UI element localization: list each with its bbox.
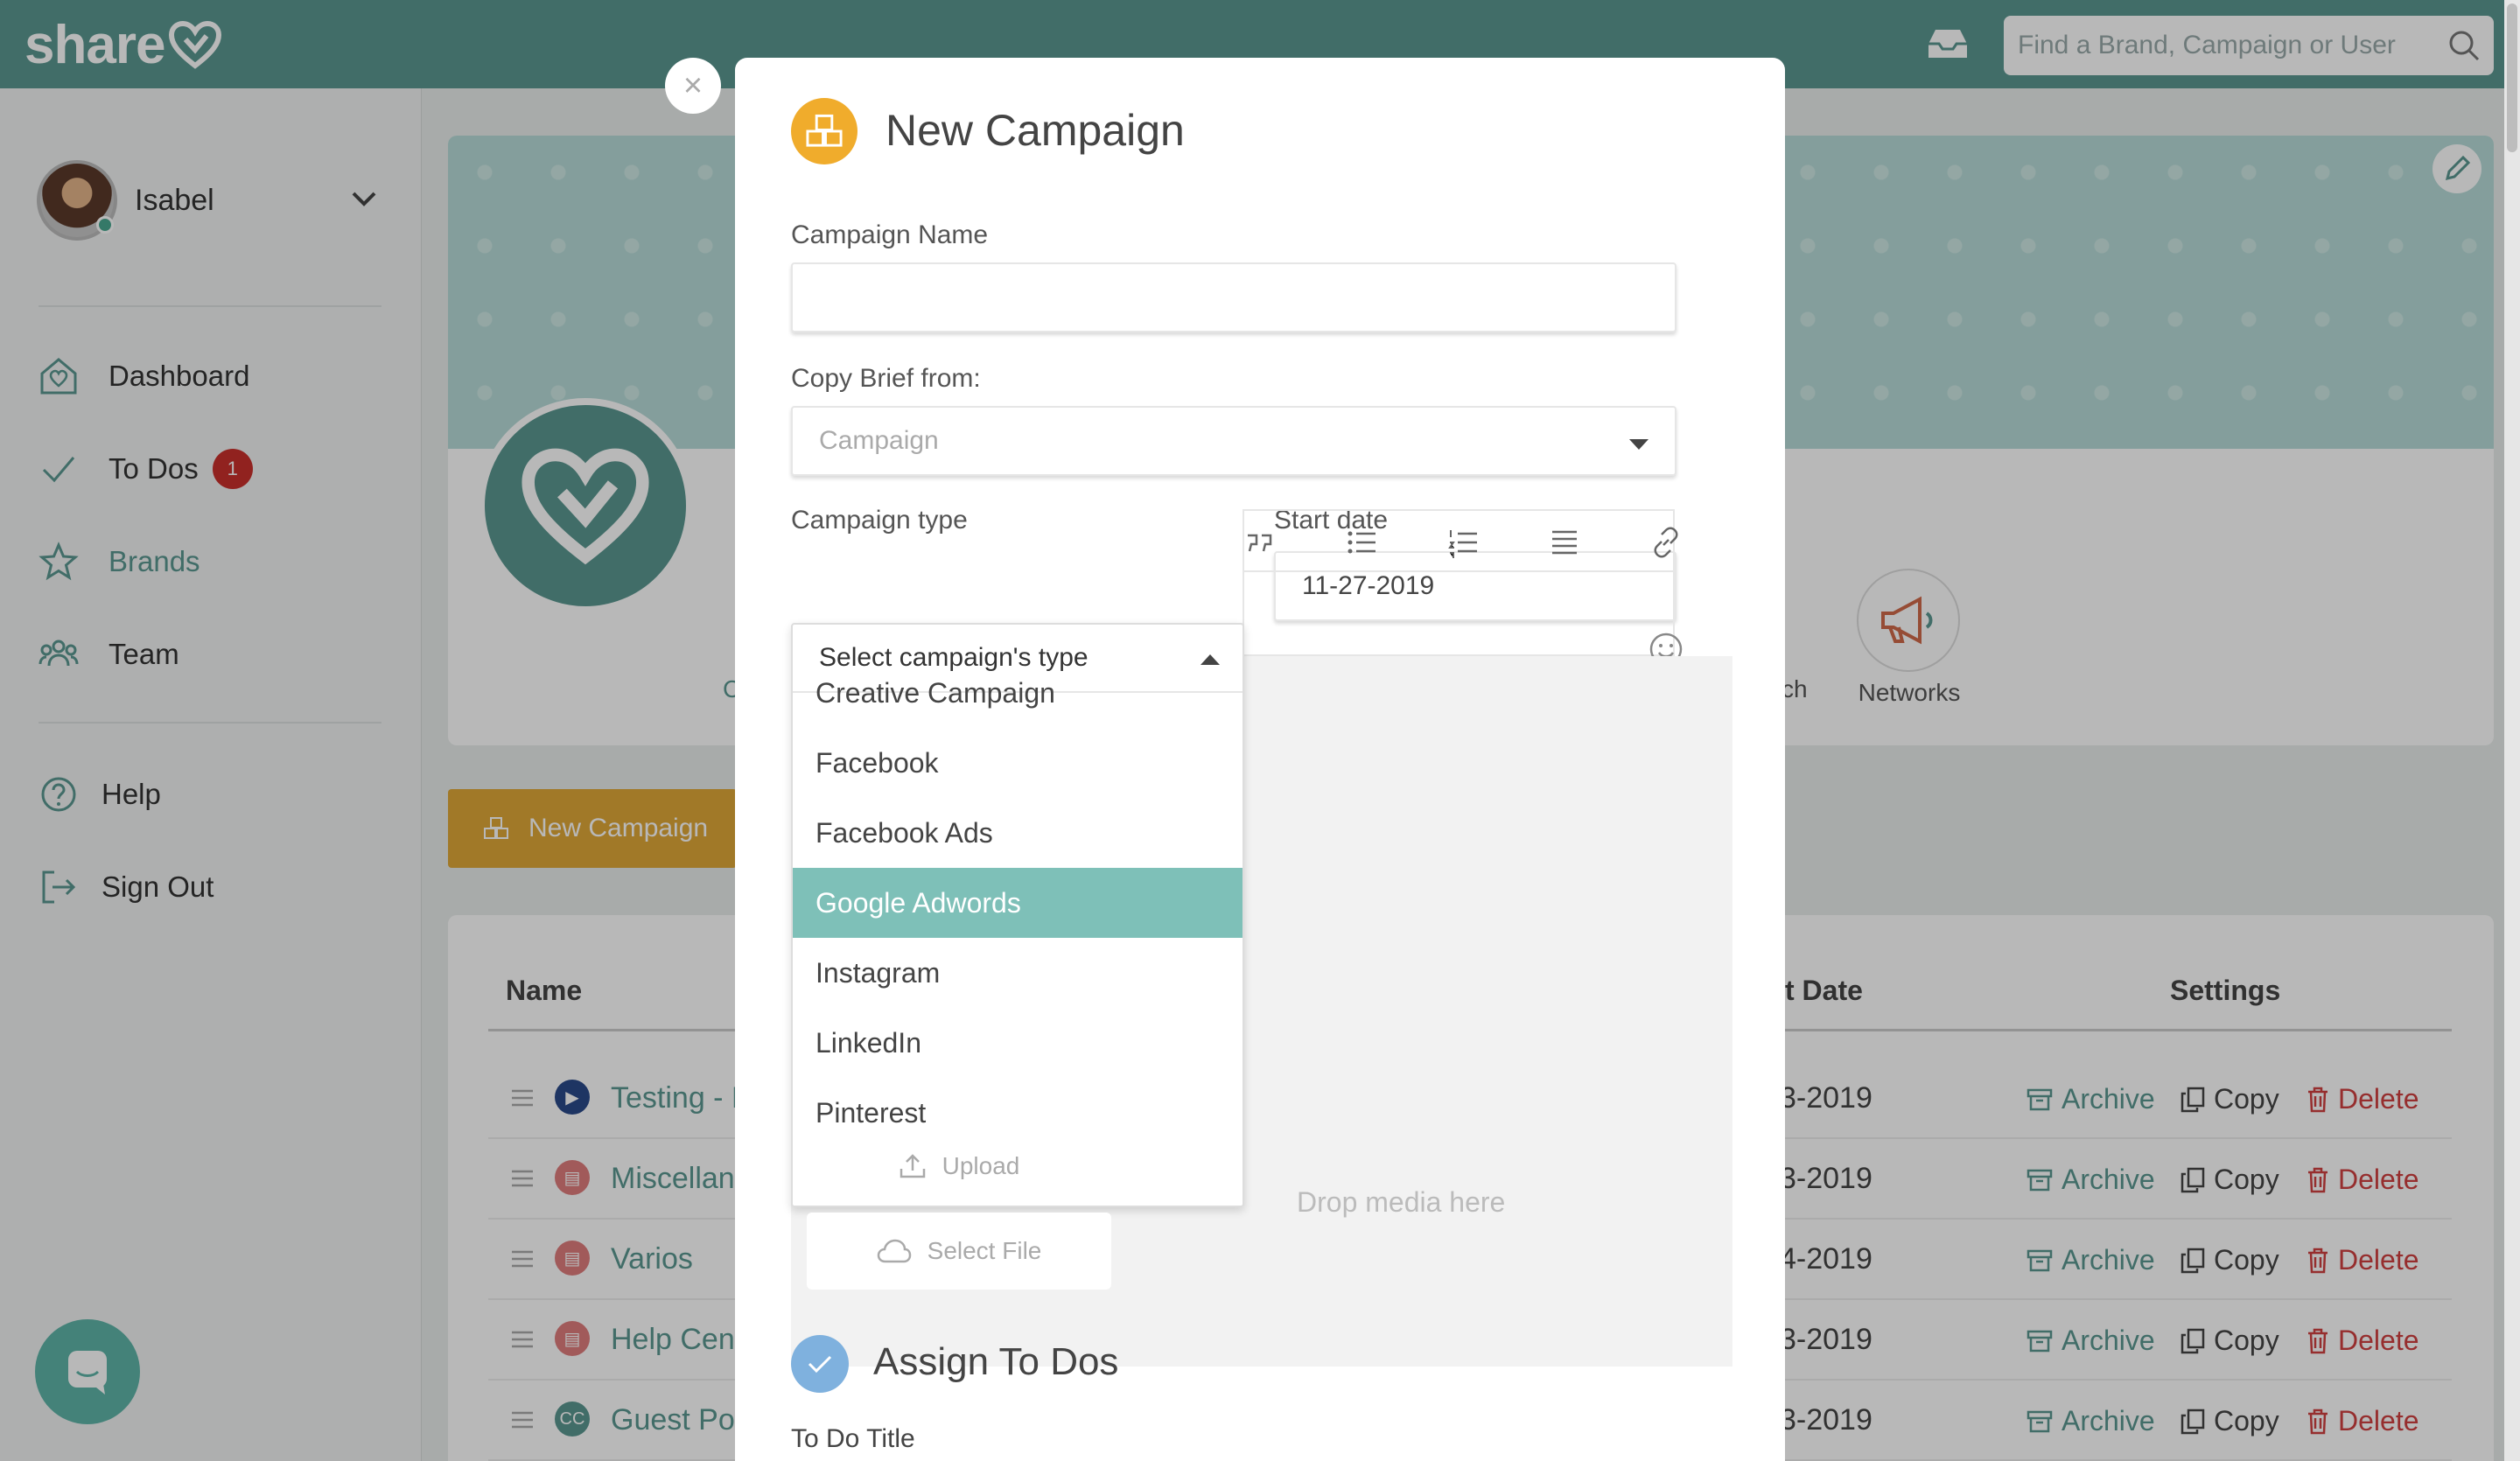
caret-down-icon [1629,439,1648,450]
upload-button[interactable]: Upload [807,1137,1111,1195]
select-file-button[interactable]: Select File [807,1213,1111,1290]
cloud-icon [877,1239,911,1263]
copy-brief-placeholder: Campaign [819,426,939,455]
campaign-type-option[interactable]: Facebook Ads [793,798,1242,868]
editor-toolbar [1242,509,1678,572]
select-file-label: Select File [927,1237,1042,1264]
align-justify-icon[interactable] [1549,527,1580,558]
bulleted-list-icon[interactable] [1346,527,1377,558]
scrollbar-thumb[interactable] [2507,3,2517,152]
link-icon[interactable] [1650,527,1682,558]
copy-brief-select[interactable]: Campaign [791,406,1676,476]
check-icon [808,1355,832,1374]
assign-todos-title: Assign To Dos [873,1340,1119,1383]
upload-label: Upload [942,1152,1020,1179]
page-scrollbar[interactable] [2504,0,2520,1461]
modal-title: New Campaign [886,106,1185,155]
campaign-type-option[interactable]: Facebook [793,728,1242,798]
drop-media-text: Drop media here [1297,1186,1506,1218]
numbered-list-icon[interactable] [1447,527,1479,558]
modal-title-icon-badge [791,98,858,164]
cubes-icon [806,114,843,147]
close-modal-button[interactable]: × [665,58,721,114]
campaign-name-input[interactable] [791,262,1676,332]
campaign-type-label: Campaign type [791,506,968,535]
copy-brief-label: Copy Brief from: [791,364,981,393]
campaign-type-option[interactable]: Google Adwords [793,868,1242,938]
campaign-type-option[interactable]: Instagram [793,938,1242,1008]
campaign-type-dropdown[interactable]: Select campaign's type Creative Campaign… [791,623,1244,1207]
quote-icon[interactable] [1244,527,1276,558]
brief-editor[interactable] [1242,572,1675,656]
campaign-name-label: Campaign Name [791,220,989,249]
campaign-type-option[interactable]: LinkedIn [793,1008,1242,1078]
upload-icon [900,1154,925,1178]
campaign-type-option[interactable]: Creative Campaign [793,658,1242,728]
assign-todos-icon-badge [791,1335,849,1393]
todo-title-label: To Do Title [791,1424,915,1453]
close-icon: × [682,66,704,104]
